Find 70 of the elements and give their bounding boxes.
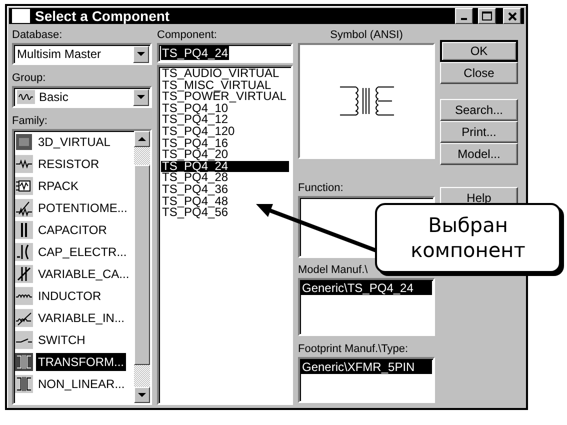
transformer-symbol-drawing — [338, 84, 396, 118]
family-item[interactable]: RPACK — [15, 177, 133, 195]
minimize-button[interactable] — [455, 8, 473, 24]
database-dropdown[interactable]: Multisim Master — [12, 43, 152, 65]
scroll-up-arrow-icon — [138, 137, 146, 141]
window-title: Select a Component — [35, 8, 171, 24]
resistor-icon — [15, 155, 33, 173]
family-item[interactable]: CAPACITOR — [15, 221, 133, 239]
close-icon — [508, 12, 516, 20]
group-label: Group: — [12, 71, 47, 86]
callout-tooltip: Выбран компонент — [375, 203, 561, 273]
family-item[interactable]: SWITCH — [15, 331, 133, 349]
list-item[interactable]: TS_PQ4_12 — [161, 114, 289, 126]
close-button[interactable] — [503, 8, 521, 24]
group-dropdown[interactable]: Basic — [12, 86, 152, 108]
dropdown-arrow-icon — [137, 52, 145, 56]
list-item[interactable]: TS_MISC_VIRTUAL — [161, 80, 289, 92]
list-item[interactable]: Generic\TS_PQ4_24 — [301, 281, 432, 295]
scrollbar[interactable] — [134, 131, 150, 403]
list-item[interactable]: TS_AUDIO_VIRTUAL — [161, 68, 289, 80]
list-item[interactable]: TS_PQ4_48 — [161, 196, 289, 208]
list-item[interactable]: TS_PQ4_16 — [161, 138, 289, 150]
inductor-icon — [15, 287, 33, 305]
family-item[interactable]: POTENTIOME... — [15, 199, 133, 217]
potentiometer-icon — [15, 199, 33, 217]
scroll-down-arrow-icon — [138, 393, 146, 397]
transformer-icon — [15, 375, 33, 393]
list-item[interactable]: TS_PQ4_20 — [161, 149, 289, 161]
list-item[interactable]: TS_PQ4_28 — [161, 172, 289, 184]
family-item[interactable]: VARIABLE_IN... — [15, 309, 133, 327]
list-item[interactable]: TS_PQ4_10 — [161, 102, 289, 114]
cube-icon — [15, 133, 33, 151]
function-label: Function: — [298, 181, 344, 196]
model-label: Model Manuf.\ — [298, 263, 369, 278]
dialog-button[interactable]: Close — [440, 62, 518, 84]
footprint-label: Footprint Manuf.\Type: — [298, 342, 410, 357]
family-item[interactable]: VARIABLE_CA... — [15, 265, 133, 283]
transformer-icon — [15, 353, 33, 371]
dialog-button[interactable]: OK — [440, 40, 518, 62]
dropdown-arrow-icon — [137, 95, 145, 99]
dialog-button[interactable]: Search... — [440, 99, 518, 121]
list-item[interactable]: TS_PQ4_36 — [161, 184, 289, 196]
wave-icon — [17, 90, 35, 104]
resistor-pack-icon — [15, 177, 33, 195]
family-item[interactable]: RESISTOR — [15, 155, 133, 173]
family-item[interactable]: CAP_ELECTR... — [15, 243, 133, 261]
component-field[interactable]: TS_PQ4_24 — [157, 43, 293, 63]
variable-capacitor-icon — [15, 265, 33, 283]
switch-icon — [15, 331, 33, 349]
database-label: Database: — [12, 28, 64, 43]
capacitor-icon — [15, 221, 33, 239]
list-item[interactable]: Generic\XFMR_5PIN — [301, 360, 432, 374]
family-item[interactable]: INDUCTOR — [15, 287, 133, 305]
symbol-label: Symbol (ANSI) — [329, 28, 404, 43]
maximize-button[interactable] — [478, 8, 496, 24]
family-label: Family: — [12, 114, 48, 129]
electrolytic-capacitor-icon — [15, 243, 33, 261]
family-item[interactable]: 3D_VIRTUAL — [15, 133, 133, 151]
list-item[interactable]: TS_POWER_VIRTUAL — [161, 91, 289, 103]
component-label: Component: — [157, 28, 218, 43]
scrollbar-thumb[interactable] — [134, 165, 150, 365]
list-item[interactable]: TS_PQ4_24 — [161, 160, 289, 172]
dialog-button[interactable]: Print... — [440, 121, 518, 143]
dialog-button[interactable]: Model... — [440, 143, 518, 165]
list-item[interactable]: TS_PQ4_120 — [161, 126, 289, 138]
window-icon — [12, 9, 30, 23]
list-item[interactable]: TS_PQ4_56 — [161, 207, 289, 219]
family-item[interactable]: NON_LINEAR... — [15, 375, 133, 393]
variable-inductor-icon — [15, 309, 33, 327]
maximize-icon — [482, 11, 492, 21]
